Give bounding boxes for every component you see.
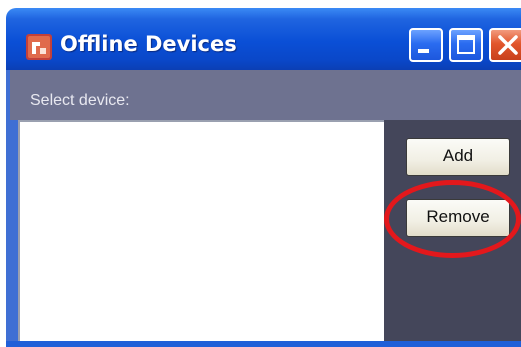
window-title: Offline Devices: [60, 32, 237, 56]
add-button[interactable]: Add: [406, 138, 510, 176]
select-device-label: Select device:: [30, 92, 130, 109]
close-icon: [498, 35, 518, 55]
title-bar[interactable]: Offline Devices: [6, 8, 521, 70]
offline-devices-window: Offline Devices Select device: Add Remov…: [0, 0, 521, 347]
minimize-button[interactable]: [409, 28, 443, 62]
device-listbox[interactable]: [18, 120, 384, 347]
close-button[interactable]: [489, 28, 521, 62]
minimize-icon: [418, 49, 429, 53]
app-icon: [26, 34, 52, 60]
window-bottom-border: [6, 341, 521, 347]
maximize-icon: [457, 35, 475, 54]
remove-button[interactable]: Remove: [406, 199, 510, 237]
maximize-button[interactable]: [449, 28, 483, 62]
